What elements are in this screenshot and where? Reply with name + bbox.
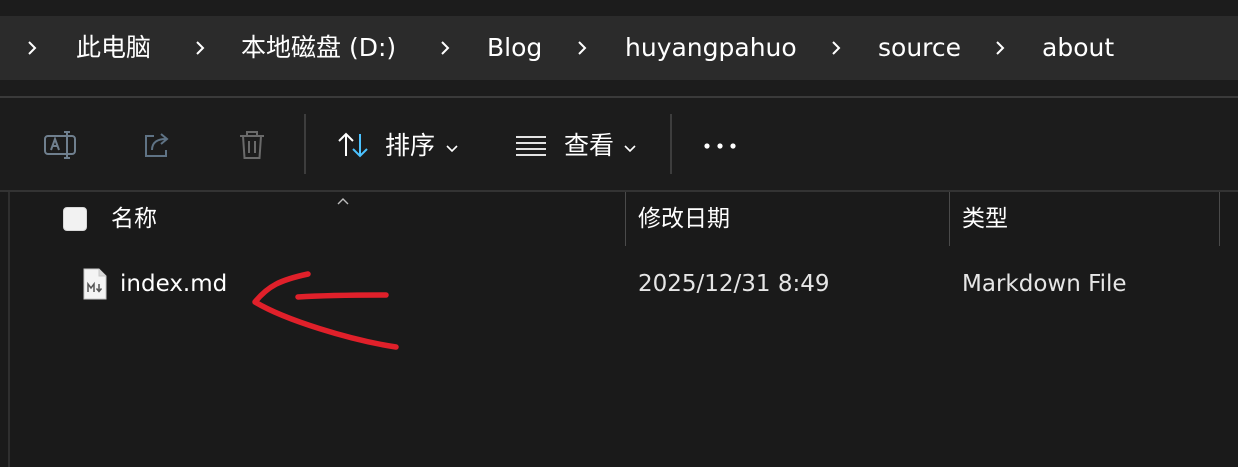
chevron-down-icon[interactable] [623,139,637,153]
sort-button[interactable]: 排序 [385,126,435,166]
more-icon[interactable] [703,128,737,162]
command-bar: 排序 查看 [0,98,1238,190]
markdown-file-icon [82,268,108,300]
breadcrumb-source[interactable]: source [878,16,961,80]
breadcrumb-local-disk-d[interactable]: 本地磁盘 (D:) [241,16,396,80]
column-header: 名称 修改日期 类型 [0,192,1238,246]
breadcrumb-huyangpahuo[interactable]: huyangpahuo [625,16,797,80]
view-button[interactable]: 查看 [564,126,614,166]
address-bar[interactable]: 此电脑 本地磁盘 (D:) Blog huyangpahuo source ab… [0,16,1238,80]
address-bar-gap [0,80,1238,96]
column-name[interactable]: 名称 [111,192,157,246]
breadcrumb-about[interactable]: about [1042,16,1114,80]
chevron-right-icon[interactable] [190,38,210,58]
file-row[interactable]: index.md 2025/12/31 8:49 Markdown File [0,256,1238,312]
sort-icon[interactable] [336,128,370,162]
file-type: Markdown File [962,271,1127,297]
delete-icon[interactable] [235,128,269,162]
rename-icon[interactable] [43,128,77,162]
file-name[interactable]: index.md [120,256,227,312]
column-divider[interactable] [949,192,950,246]
chevron-right-icon[interactable] [435,38,455,58]
select-all-checkbox[interactable] [63,207,87,231]
view-list-icon[interactable] [514,128,548,162]
column-divider[interactable] [625,192,626,246]
chevron-down-icon[interactable] [445,139,459,153]
breadcrumb-blog[interactable]: Blog [487,16,542,80]
column-type[interactable]: 类型 [962,192,1008,246]
chevron-right-icon[interactable] [22,38,42,58]
title-bar-strip [0,0,1238,16]
chevron-right-icon[interactable] [826,38,846,58]
file-modified-date: 2025/12/31 8:49 [638,271,830,297]
column-divider[interactable] [1219,192,1220,246]
chevron-right-icon[interactable] [572,38,592,58]
toolbar-divider [304,114,306,174]
breadcrumb-this-pc[interactable]: 此电脑 [76,16,151,80]
sort-ascending-icon [335,192,351,205]
share-icon[interactable] [140,128,174,162]
toolbar-divider [670,114,672,174]
column-modified[interactable]: 修改日期 [638,192,730,246]
red-arrow-annotation [252,271,399,350]
chevron-right-icon[interactable] [990,38,1010,58]
